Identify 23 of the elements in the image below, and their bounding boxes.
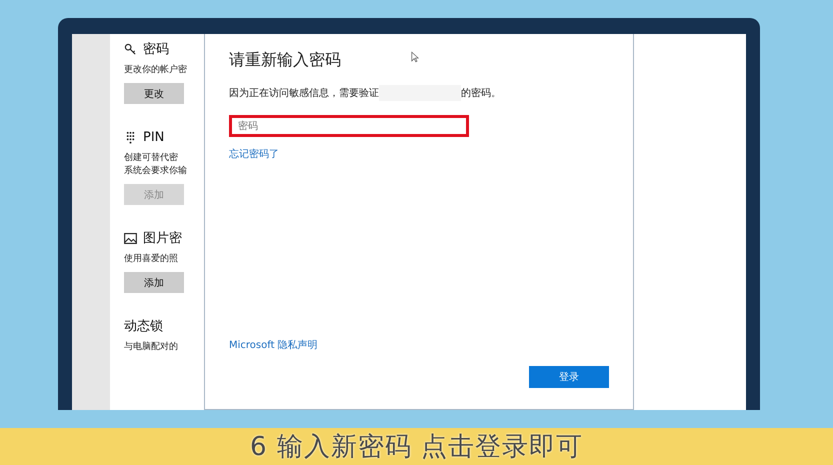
cursor-icon [411, 51, 419, 63]
keypad-icon [124, 130, 137, 144]
section-button[interactable]: 更改 [124, 83, 184, 104]
sign-in-button[interactable]: 登录 [529, 366, 609, 388]
dialog-description: 因为正在访问敏感信息，需要验证 [229, 86, 379, 100]
dialog-title: 请重新输入密码 [229, 50, 341, 71]
section-description: 系统会要求你输 [124, 165, 188, 178]
privacy-link[interactable]: Microsoft 隐私声明 [229, 338, 318, 352]
section-description: 创建可替代密 [124, 152, 179, 165]
section-description: 使用喜爱的照 [124, 253, 179, 266]
section-title: 密码 [143, 41, 169, 58]
section-description: 更改你的帐户密 [124, 64, 188, 77]
section-title: PIN [143, 130, 164, 144]
password-field[interactable]: 密码 [229, 115, 469, 137]
section-description: 与电脑配对的 [124, 341, 179, 354]
section-button[interactable]: 添加 [124, 272, 184, 293]
caption-text: 6 输入新密码 点击登录即可 [250, 431, 584, 464]
section-title: 动态锁 [124, 318, 163, 335]
dialog-description: 的密码。 [461, 86, 501, 100]
picture-icon [124, 232, 137, 244]
section-title: 图片密 [143, 230, 182, 247]
key-icon [124, 42, 137, 56]
forgot-password-link[interactable]: 忘记密码了 [229, 147, 279, 161]
